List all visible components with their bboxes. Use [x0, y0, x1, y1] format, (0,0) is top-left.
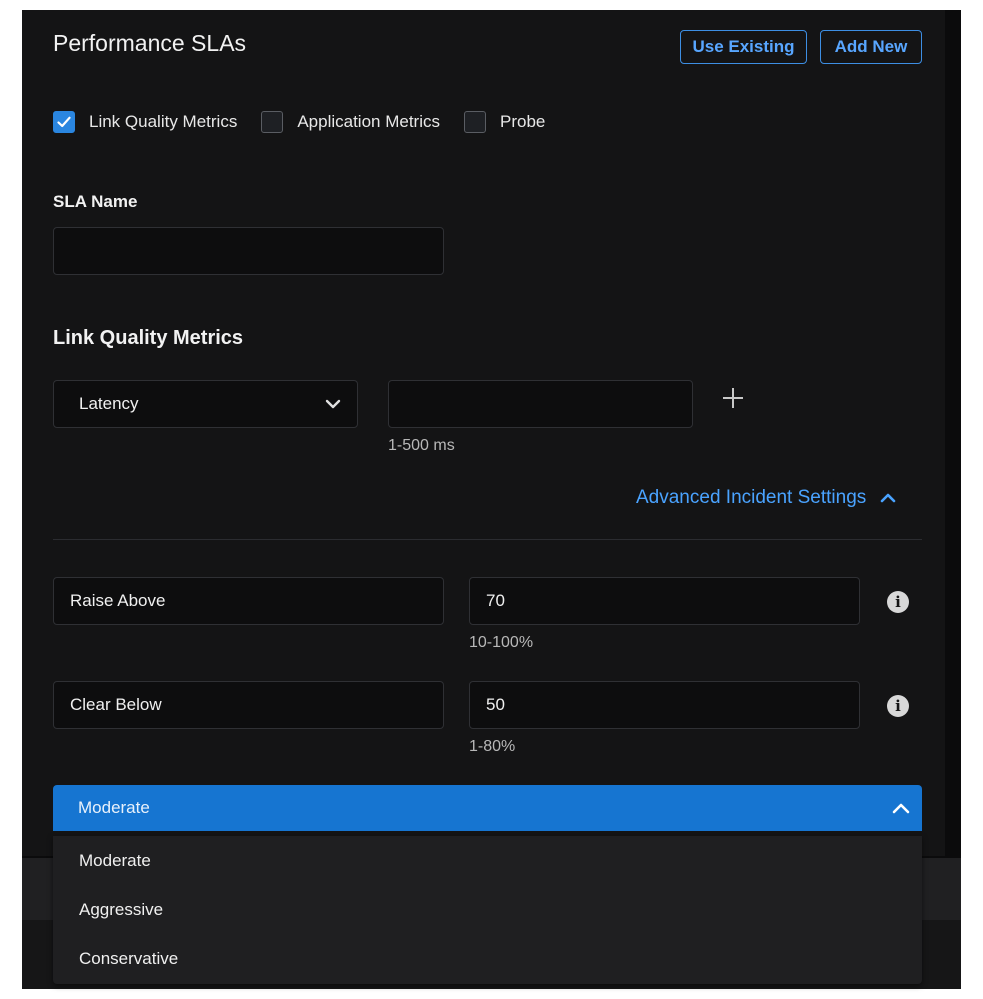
checkbox-label: Link Quality Metrics: [89, 112, 238, 131]
dropdown-option-aggressive[interactable]: Aggressive: [53, 885, 922, 934]
sensitivity-select-value: Moderate: [78, 798, 150, 817]
chevron-up-icon: [880, 493, 896, 503]
raise-above-hint: 10-100%: [469, 634, 534, 651]
advanced-incident-settings-toggle[interactable]: Advanced Incident Settings: [636, 487, 896, 509]
threshold-input[interactable]: [388, 380, 693, 428]
use-existing-button[interactable]: Use Existing: [680, 30, 807, 64]
sensitivity-select[interactable]: Moderate: [53, 785, 922, 831]
checkbox-unchecked-icon[interactable]: [464, 111, 486, 133]
clear-below-label-field: Clear Below: [53, 681, 444, 729]
info-icon[interactable]: i: [887, 695, 909, 717]
performance-sla-card: [22, 10, 945, 856]
raise-above-input[interactable]: 70: [469, 577, 860, 625]
clear-below-input[interactable]: 50: [469, 681, 860, 729]
metric-select-value: Latency: [79, 394, 139, 413]
plus-icon[interactable]: [722, 385, 744, 415]
add-new-button[interactable]: Add New: [820, 30, 922, 64]
checkbox-application-metrics[interactable]: Application Metrics: [261, 111, 440, 133]
checkbox-link-quality-metrics[interactable]: Link Quality Metrics: [53, 111, 237, 133]
section-divider: [53, 539, 922, 540]
dropdown-option-moderate[interactable]: Moderate: [53, 836, 922, 885]
threshold-hint: 1-500 ms: [388, 437, 455, 454]
advanced-toggle-label: Advanced Incident Settings: [636, 487, 867, 508]
chevron-down-icon: [325, 399, 341, 409]
checkbox-unchecked-icon[interactable]: [261, 111, 284, 133]
sla-name-input[interactable]: [53, 227, 444, 275]
metric-select[interactable]: Latency: [53, 380, 358, 428]
checkbox-probe[interactable]: Probe: [464, 111, 545, 133]
chevron-up-icon: [892, 803, 910, 814]
clear-below-hint: 1-80%: [469, 738, 516, 755]
info-icon[interactable]: i: [887, 591, 909, 613]
checkbox-label: Probe: [500, 112, 546, 131]
sla-name-label: SLA Name: [53, 192, 138, 211]
raise-above-label-field: Raise Above: [53, 577, 444, 625]
metric-type-checkboxes: Link Quality Metrics Application Metrics…: [53, 111, 569, 133]
sensitivity-dropdown-menu: Moderate Aggressive Conservative: [53, 836, 922, 984]
link-quality-heading: Link Quality Metrics: [53, 327, 244, 349]
checkbox-label: Application Metrics: [297, 112, 440, 131]
checkbox-checked-icon[interactable]: [53, 111, 75, 133]
dropdown-option-conservative[interactable]: Conservative: [53, 934, 922, 983]
page-title: Performance SLAs: [53, 30, 247, 56]
